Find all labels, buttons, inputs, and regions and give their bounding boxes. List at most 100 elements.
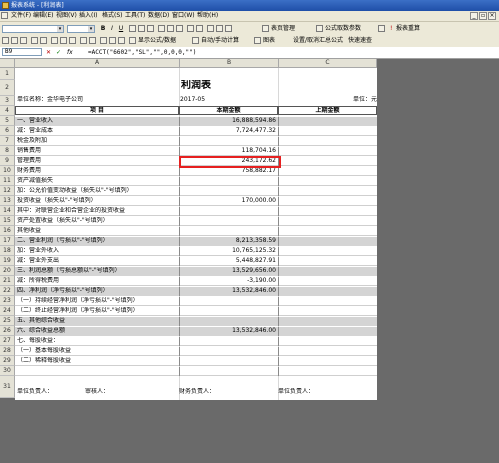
prior-amount-cell[interactable]	[278, 267, 377, 276]
table-manage-button[interactable]: 表页管理	[271, 24, 295, 33]
restore-icon[interactable]: ▫	[479, 12, 487, 20]
row-header[interactable]: 27	[0, 336, 15, 346]
current-amount-cell[interactable]	[179, 357, 278, 366]
font-color-icon[interactable]	[225, 25, 232, 32]
current-amount-cell[interactable]: 16,888,594.86	[179, 117, 278, 126]
current-amount-cell[interactable]	[179, 307, 278, 316]
current-amount-cell[interactable]	[179, 137, 278, 146]
item-label-cell[interactable]: （一）基本每股收益	[15, 347, 179, 356]
prior-amount-cell[interactable]	[278, 117, 377, 126]
sum-icon[interactable]	[100, 37, 107, 44]
settings-button[interactable]: 设置/取消汇总公式	[293, 36, 343, 45]
row-header[interactable]: 21	[0, 276, 15, 286]
prior-amount-cell[interactable]	[278, 147, 377, 156]
close-icon[interactable]: ×	[488, 12, 496, 20]
prior-amount-cell[interactable]	[278, 287, 377, 296]
current-amount-cell[interactable]: 758,882.17	[179, 167, 278, 176]
row-header[interactable]: 5	[0, 116, 15, 126]
sort-desc-icon[interactable]	[118, 37, 125, 44]
current-amount-cell[interactable]	[179, 347, 278, 356]
current-amount-cell[interactable]: 10,765,125.32	[179, 247, 278, 256]
menu-data[interactable]: 数据(D)	[148, 12, 169, 20]
item-label-cell[interactable]: 管理费用	[15, 157, 179, 166]
prior-amount-cell[interactable]	[278, 247, 377, 256]
prior-amount-cell[interactable]	[278, 207, 377, 216]
border-icon[interactable]	[207, 25, 214, 32]
row-header[interactable]: 7	[0, 136, 15, 146]
item-label-cell[interactable]: 其中：对联营企业和合营企业的投资收益	[15, 207, 179, 216]
cancel-icon[interactable]: ✕	[46, 49, 51, 56]
row-header[interactable]: 26	[0, 326, 15, 336]
item-label-cell[interactable]: 财务费用	[15, 167, 179, 176]
row-header[interactable]: 25	[0, 316, 15, 326]
row-header[interactable]: 16	[0, 226, 15, 236]
font-size-select[interactable]: ▾	[67, 25, 95, 33]
quick-audit-button[interactable]: 快速速查	[348, 36, 372, 45]
item-label-cell[interactable]: 税金及附加	[15, 137, 179, 146]
menu-help[interactable]: 帮助(H)	[197, 12, 218, 20]
item-label-cell[interactable]: 四、净利润（净亏损以"-"号填列）	[15, 287, 179, 296]
row-header[interactable]: 30	[0, 366, 15, 376]
item-label-cell[interactable]: 其他收益	[15, 227, 179, 236]
prior-amount-cell[interactable]	[278, 237, 377, 246]
row-header[interactable]: 11	[0, 176, 15, 186]
new-file-icon[interactable]	[2, 37, 9, 44]
prior-amount-cell[interactable]	[278, 347, 377, 356]
comma-icon[interactable]	[176, 25, 183, 32]
menu-edit[interactable]: 编辑(E)	[33, 12, 53, 20]
prior-amount-cell[interactable]	[278, 297, 377, 306]
current-amount-cell[interactable]	[179, 337, 278, 346]
paste-icon[interactable]	[69, 37, 76, 44]
current-amount-cell[interactable]	[179, 227, 278, 236]
merge-icon[interactable]	[158, 25, 165, 32]
row-header[interactable]: 6	[0, 126, 15, 136]
row-header[interactable]: 19	[0, 256, 15, 266]
row-header[interactable]: 15	[0, 216, 15, 226]
row-header[interactable]: 22	[0, 286, 15, 296]
item-label-cell[interactable]: 二、营业利润（亏损以"-"号填列）	[15, 237, 179, 246]
formula-input[interactable]: =ACCT("6602","SL","",0,0,0,"")	[88, 49, 196, 56]
row-header[interactable]: 9	[0, 156, 15, 166]
confirm-icon[interactable]: ✓	[56, 49, 61, 56]
item-label-cell[interactable]: （一）持续经营净利润（净亏损以"-"号填列）	[15, 297, 179, 306]
print-preview-icon[interactable]	[40, 37, 47, 44]
align-left-icon[interactable]	[129, 25, 136, 32]
current-amount-cell[interactable]: 13,532,846.00	[179, 287, 278, 296]
prior-amount-cell[interactable]	[278, 217, 377, 226]
increase-decimal-icon[interactable]	[187, 25, 194, 32]
current-amount-cell[interactable]: 5,448,827.91	[179, 257, 278, 266]
prior-amount-cell[interactable]	[278, 327, 377, 336]
menu-format[interactable]: 格式(S)	[102, 12, 123, 20]
align-right-icon[interactable]	[147, 25, 154, 32]
menu-file[interactable]: 文件(F)	[11, 12, 31, 20]
item-label-cell[interactable]: 销售费用	[15, 147, 179, 156]
align-center-icon[interactable]	[138, 25, 145, 32]
decrease-decimal-icon[interactable]	[196, 25, 203, 32]
row-header[interactable]: 14	[0, 206, 15, 216]
item-label-cell[interactable]: 加：公允价值变动收益（损失以"-"号填列）	[15, 187, 179, 196]
percent-icon[interactable]	[167, 25, 174, 32]
open-folder-icon[interactable]	[11, 37, 18, 44]
row-header[interactable]: 18	[0, 246, 15, 256]
select-all-corner[interactable]	[0, 59, 15, 68]
cell-ref-box[interactable]: B9	[2, 48, 42, 56]
current-amount-cell[interactable]: 170,000.00	[179, 197, 278, 206]
current-amount-cell[interactable]	[179, 187, 278, 196]
row-header[interactable]: 4	[0, 106, 15, 116]
current-amount-cell[interactable]	[179, 317, 278, 326]
row-header[interactable]: 31	[0, 376, 15, 398]
item-label-cell[interactable]: 一、营业收入	[15, 117, 179, 126]
row-header[interactable]: 1	[0, 68, 15, 80]
prior-amount-cell[interactable]	[278, 127, 377, 136]
current-amount-cell[interactable]	[179, 177, 278, 186]
prior-amount-cell[interactable]	[278, 307, 377, 316]
row-header[interactable]: 8	[0, 146, 15, 156]
item-label-cell[interactable]: 资产减值损失	[15, 177, 179, 186]
item-label-cell[interactable]: 五、其他综合收益	[15, 317, 179, 326]
undo-icon[interactable]	[80, 37, 87, 44]
item-label-cell[interactable]	[15, 367, 179, 376]
prior-amount-cell[interactable]	[278, 197, 377, 206]
prior-amount-cell[interactable]	[278, 277, 377, 286]
prior-amount-cell[interactable]	[278, 137, 377, 146]
minimize-icon[interactable]: _	[470, 12, 478, 20]
